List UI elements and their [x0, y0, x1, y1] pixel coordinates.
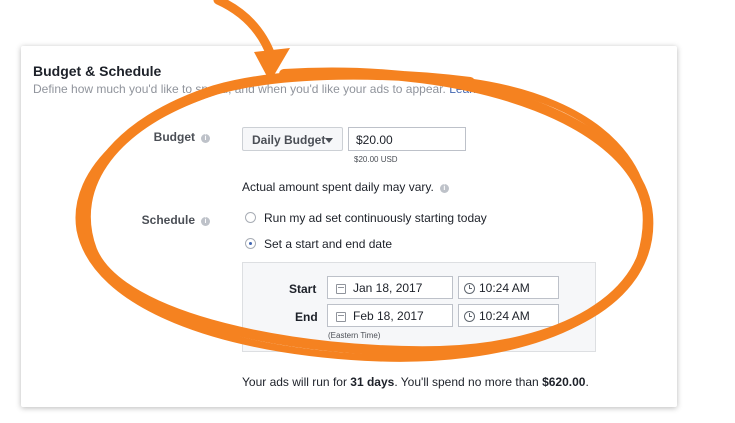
start-date-value: Jan 18, 2017: [353, 281, 423, 295]
schedule-summary: Your ads will run for 31 days. You'll sp…: [242, 375, 589, 389]
end-time-input[interactable]: 10:24 AM: [458, 304, 559, 327]
end-date-value: Feb 18, 2017: [353, 309, 424, 323]
radio-start-end-date[interactable]: [245, 238, 256, 249]
learn-more-link[interactable]: Learn More.: [449, 82, 514, 96]
summary-days: 31 days: [350, 375, 395, 389]
budget-schedule-card: Budget & Schedule Define how much you'd …: [21, 46, 677, 407]
schedule-label-text: Schedule: [141, 213, 195, 227]
calendar-icon: [336, 312, 346, 322]
date-range-panel: Start Jan 18, 2017 10:24 AM End Feb 18, …: [242, 262, 596, 352]
end-label: End: [295, 310, 318, 324]
timezone-note: (Eastern Time): [328, 331, 381, 340]
section-title: Budget & Schedule: [33, 63, 162, 79]
summary-amount: $620.00: [542, 375, 586, 389]
section-subtitle: Define how much you'd like to spend, and…: [33, 82, 514, 96]
info-icon[interactable]: i: [439, 184, 449, 193]
option-run-continuously[interactable]: Run my ad set continuously starting toda…: [264, 211, 487, 225]
info-icon[interactable]: i: [201, 134, 210, 143]
summary-suffix: .: [585, 375, 589, 389]
budget-label: Budget i: [90, 130, 210, 144]
option-start-end-date[interactable]: Set a start and end date: [264, 237, 392, 251]
subtitle-text: Define how much you'd like to spend, and…: [33, 82, 446, 96]
budget-hint-text: Actual amount spent daily may vary.: [242, 180, 434, 194]
budget-amount-input[interactable]: $20.00: [348, 127, 466, 151]
budget-type-label: Daily Budget: [252, 133, 326, 147]
start-label: Start: [289, 282, 317, 296]
radio-run-continuously[interactable]: [245, 212, 256, 223]
caret-down-icon: [325, 138, 333, 143]
budget-amount-note: $20.00 USD: [354, 155, 398, 164]
summary-middle: . You'll spend no more than: [394, 375, 543, 389]
start-time-input[interactable]: 10:24 AM: [458, 276, 559, 299]
summary-prefix: Your ads will run for: [242, 375, 351, 389]
budget-label-text: Budget: [153, 130, 195, 144]
info-icon[interactable]: i: [201, 217, 210, 226]
schedule-label: Schedule i: [90, 213, 210, 227]
end-date-input[interactable]: Feb 18, 2017: [327, 304, 453, 327]
budget-hint: Actual amount spent daily may vary. i: [242, 180, 449, 194]
budget-type-dropdown[interactable]: Daily Budget: [242, 127, 343, 151]
calendar-icon: [336, 284, 346, 294]
budget-amount-value: $20.00: [356, 133, 393, 147]
clock-icon: [464, 283, 475, 294]
end-time-value: 10:24 AM: [479, 309, 530, 323]
start-date-input[interactable]: Jan 18, 2017: [327, 276, 453, 299]
start-time-value: 10:24 AM: [479, 281, 530, 295]
clock-icon: [464, 311, 475, 322]
